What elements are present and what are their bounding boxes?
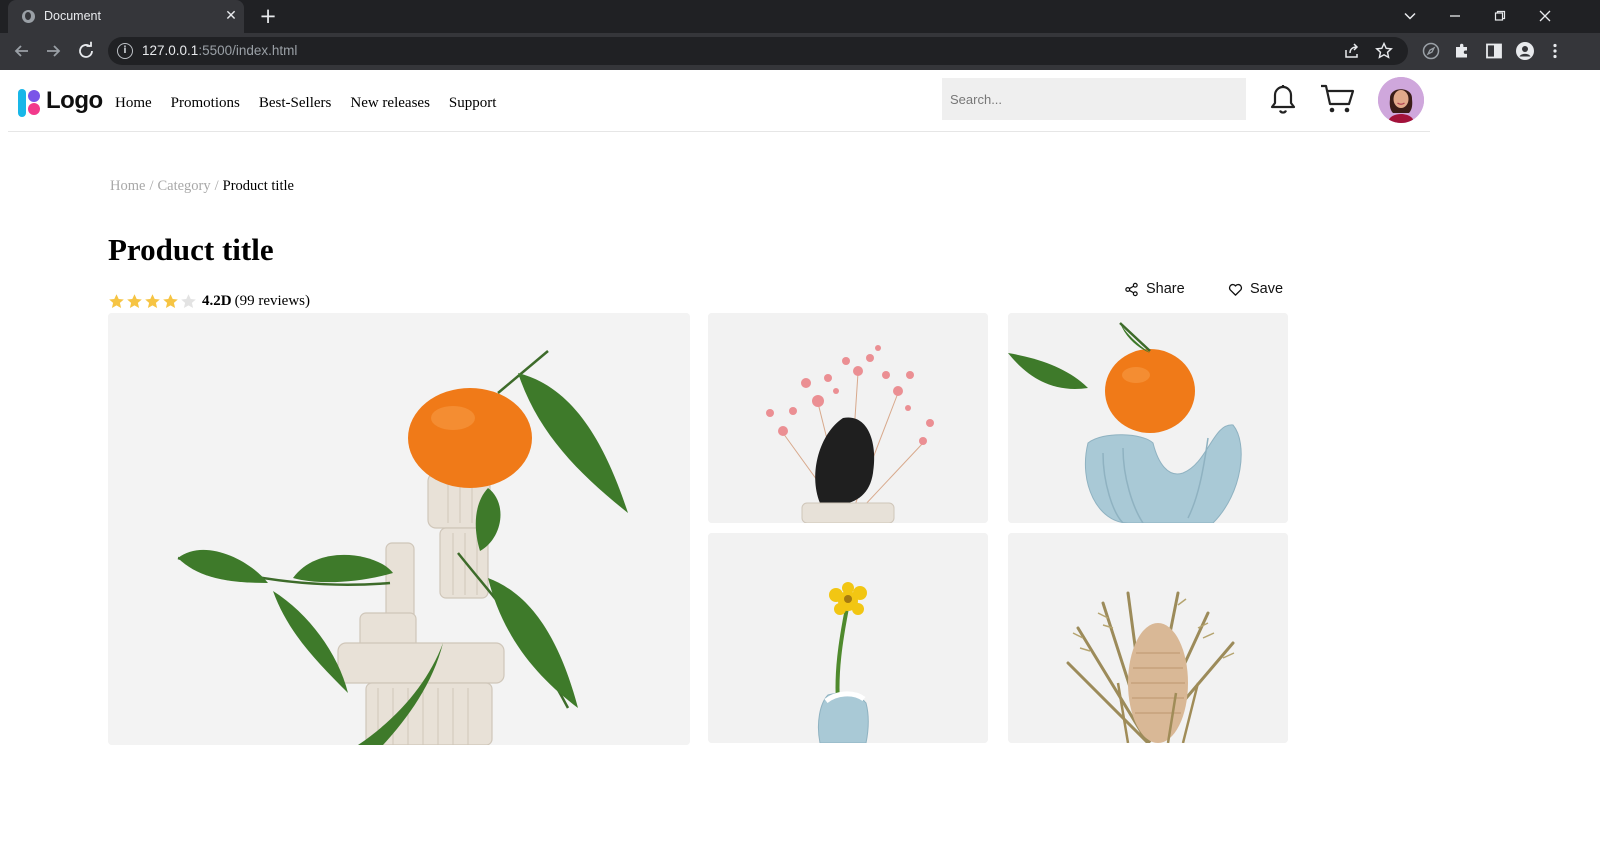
star-empty-icon (181, 294, 196, 308)
gypsophila-image (708, 313, 988, 523)
nav-home[interactable]: Home (115, 95, 152, 112)
gallery-main-image[interactable] (108, 313, 690, 745)
minimize-icon[interactable] (1442, 4, 1468, 28)
browser-tabbar: Document ✕ + (0, 0, 1600, 33)
extensions-puzzle-icon[interactable] (1452, 41, 1472, 61)
nav-promotions[interactable]: Promotions (171, 95, 240, 112)
orange-sculpture-image (108, 313, 690, 745)
star-filled-icon (163, 294, 178, 308)
rating-value: 4.2D (202, 293, 232, 309)
browser-toolbar: i 127.0.0.1:5500/index.html (0, 33, 1600, 70)
product-rating: 4.2D (99 reviews) (108, 293, 310, 310)
orange-blue-sculpture-image (1008, 313, 1288, 523)
nav-new-releases[interactable]: New releases (350, 95, 430, 112)
breadcrumb-separator: / (214, 178, 219, 194)
bookmark-star-icon[interactable] (1374, 41, 1394, 61)
breadcrumb-separator: / (149, 178, 154, 194)
cart-icon[interactable] (1318, 78, 1356, 118)
close-tab-icon[interactable]: ✕ (222, 7, 240, 25)
breadcrumb-category[interactable]: Category (157, 178, 210, 195)
nav-support[interactable]: Support (449, 95, 497, 112)
share-page-icon[interactable] (1342, 41, 1362, 61)
tab-title: Document (44, 9, 101, 23)
breadcrumb-current: Product title (222, 178, 294, 194)
profile-icon[interactable] (1515, 41, 1535, 61)
yellow-flower-image (708, 533, 988, 743)
new-tab-button[interactable]: + (256, 5, 280, 29)
banksia-image (1008, 533, 1288, 743)
save-button[interactable]: Save (1228, 281, 1283, 297)
star-filled-icon (127, 294, 142, 308)
compass-extension-icon[interactable] (1421, 41, 1441, 61)
reload-icon[interactable] (74, 39, 98, 63)
globe-icon (22, 10, 35, 23)
gallery-thumb-4[interactable] (1008, 533, 1288, 743)
gallery-thumb-3[interactable] (708, 533, 988, 743)
side-panel-icon[interactable] (1484, 41, 1504, 61)
url-text: 127.0.0.1:5500/index.html (142, 43, 298, 58)
save-label: Save (1250, 281, 1284, 297)
site-header: Logo Home Promotions Best-Sellers New re… (8, 70, 1430, 132)
bell-icon[interactable] (1264, 78, 1302, 118)
close-window-icon[interactable] (1532, 4, 1558, 28)
gallery-thumb-1[interactable] (708, 313, 988, 523)
share-icon (1125, 282, 1138, 296)
browser-menu-icon[interactable] (1545, 41, 1565, 61)
site-info-icon[interactable]: i (117, 43, 133, 59)
star-filled-icon (109, 294, 124, 308)
forward-arrow-icon[interactable] (41, 39, 65, 63)
heart-icon (1228, 283, 1243, 296)
star-filled-icon (145, 294, 160, 308)
product-title: Product title (108, 232, 274, 267)
address-bar[interactable]: i 127.0.0.1:5500/index.html (108, 37, 1408, 65)
logo-text: Logo (46, 87, 103, 114)
review-count[interactable]: (99 reviews) (235, 293, 310, 310)
browser-tab[interactable]: Document ✕ (8, 0, 244, 33)
share-label: Share (1146, 281, 1185, 297)
breadcrumb-home[interactable]: Home (110, 178, 145, 195)
restore-icon[interactable] (1487, 4, 1513, 28)
search-input[interactable] (942, 78, 1246, 120)
breadcrumb: Home / Category / Product title (110, 178, 294, 195)
gallery-thumb-2[interactable] (1008, 313, 1288, 523)
main-nav: Home Promotions Best-Sellers New release… (115, 95, 496, 112)
nav-best-sellers[interactable]: Best-Sellers (259, 95, 332, 112)
user-avatar[interactable] (1378, 77, 1424, 123)
rating-stars (108, 293, 198, 310)
site-logo[interactable]: Logo (18, 87, 108, 117)
tab-search-icon[interactable] (1397, 4, 1423, 28)
back-arrow-icon[interactable] (10, 39, 34, 63)
share-button[interactable]: Share (1124, 281, 1185, 297)
logo-mark-icon (18, 89, 40, 117)
